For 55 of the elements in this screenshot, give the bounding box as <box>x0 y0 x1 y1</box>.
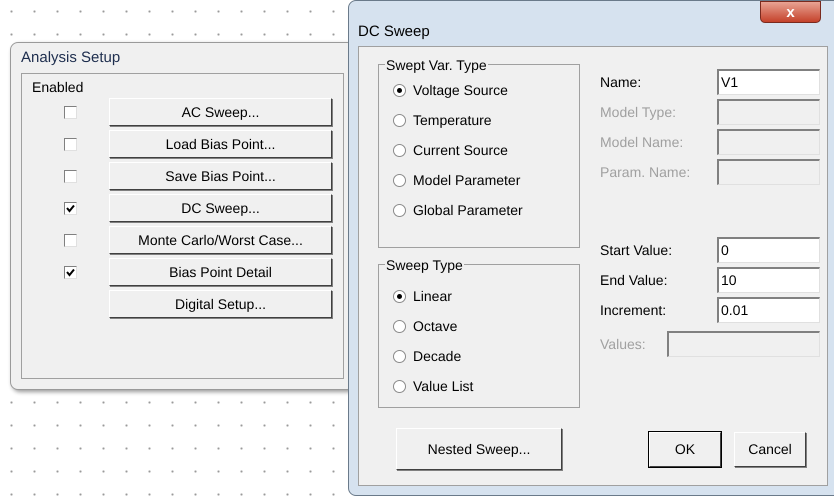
radio-button[interactable] <box>393 114 406 126</box>
radio-label: Current Source <box>413 140 508 160</box>
radio-button[interactable] <box>393 290 406 302</box>
input-field[interactable]: 0 <box>717 237 820 263</box>
input-field[interactable] <box>717 99 820 125</box>
input-field[interactable]: 0.01 <box>717 297 820 323</box>
field-label: End Value: <box>600 270 668 290</box>
analysis-button[interactable]: Load Bias Point... <box>109 130 332 158</box>
checkbox[interactable] <box>64 138 77 150</box>
radio-button[interactable] <box>393 174 406 186</box>
analysis-button[interactable]: DC Sweep... <box>109 194 332 222</box>
analysis-button[interactable]: Digital Setup... <box>109 290 332 318</box>
field-label: Model Name: <box>600 132 684 152</box>
checkbox[interactable] <box>64 202 77 214</box>
input-field[interactable] <box>717 129 820 155</box>
field-label: Name: <box>600 72 642 92</box>
radio-label: Value List <box>413 376 474 396</box>
field-label: Start Value: <box>600 240 674 260</box>
window-title: DC Sweep <box>358 22 430 42</box>
field-label: Increment: <box>600 300 668 320</box>
nested-sweep-button[interactable]: Nested Sweep... <box>396 428 562 470</box>
radio-label: Linear <box>413 286 452 306</box>
column-header: Enabled <box>32 78 84 96</box>
radio-label: Global Parameter <box>413 200 523 220</box>
input-field[interactable]: V1 <box>717 69 820 95</box>
checkmark-icon <box>66 204 75 212</box>
field-label: Values: <box>600 334 647 354</box>
radio-label: Temperature <box>413 110 492 130</box>
checkbox[interactable] <box>64 234 77 246</box>
radio-button[interactable] <box>393 144 406 156</box>
radio-button[interactable] <box>393 204 406 216</box>
field-label: Param. Name: <box>600 162 692 182</box>
checkbox[interactable] <box>64 106 77 118</box>
ok-button[interactable]: OK <box>649 432 721 466</box>
radio-button[interactable] <box>393 84 406 96</box>
analysis-button[interactable]: Save Bias Point... <box>109 162 332 190</box>
analysis-button[interactable]: Bias Point Detail <box>109 258 332 286</box>
input-field[interactable]: 10 <box>717 267 820 293</box>
window-title: Analysis Setup <box>21 48 122 68</box>
radio-button[interactable] <box>393 350 406 362</box>
cancel-button[interactable]: Cancel <box>734 432 806 466</box>
analysis-button[interactable]: AC Sweep... <box>109 98 332 126</box>
analysis-button[interactable]: Monte Carlo/Worst Case... <box>109 226 332 254</box>
checkmark-icon <box>66 268 75 276</box>
radio-button[interactable] <box>393 320 406 332</box>
radio-button[interactable] <box>393 380 406 392</box>
input-field[interactable] <box>667 331 820 357</box>
input-field[interactable] <box>717 159 820 185</box>
radio-label: Voltage Source <box>413 80 508 100</box>
radio-label: Model Parameter <box>413 170 520 190</box>
field-label: Model Type: <box>600 102 678 122</box>
radio-label: Decade <box>413 346 462 366</box>
radio-label: Octave <box>413 316 458 336</box>
checkbox[interactable] <box>64 266 77 278</box>
checkbox[interactable] <box>64 170 77 182</box>
